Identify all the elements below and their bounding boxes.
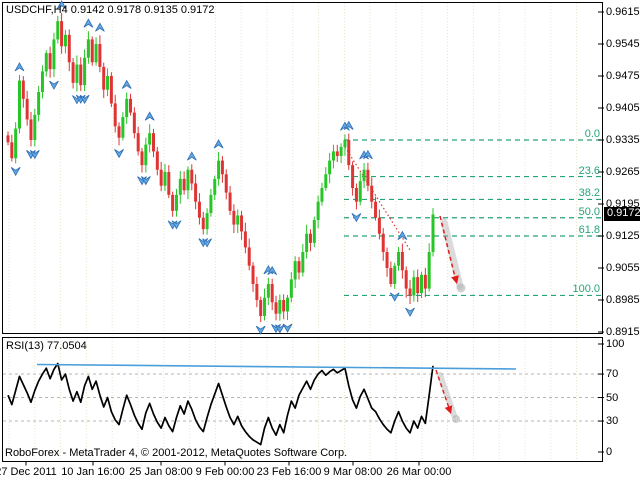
date-axis-label: 9 Mar 08:00 — [324, 466, 383, 478]
price-axis-label: 0.9055 — [606, 262, 640, 274]
date-axis-label: 26 Mar 00:00 — [387, 466, 452, 478]
chart-title-ohlc: USDCHF,H4 0.9142 0.9178 0.9135 0.9172 — [6, 4, 215, 16]
price-axis-label: 0.8985 — [606, 294, 640, 306]
price-axis-label: 0.9405 — [606, 102, 640, 114]
fib-level-label: 38.2 — [579, 187, 600, 199]
chart-canvas[interactable] — [0, 0, 640, 480]
current-price-tag: 0.9172 — [604, 207, 640, 221]
fib-level-label: 100.0 — [572, 283, 600, 295]
price-axis-label: 0.9475 — [606, 70, 640, 82]
fib-level-label: 0.0 — [585, 128, 600, 140]
date-axis-label: 9 Feb 00:00 — [196, 466, 255, 478]
rsi-axis-label: 70 — [606, 368, 618, 380]
rsi-indicator-label: RSI(13) 77.0504 — [6, 340, 87, 352]
rsi-axis-label: 30 — [606, 415, 618, 427]
fib-level-label: 23.6 — [579, 165, 600, 177]
date-axis-label: 23 Feb 16:00 — [257, 466, 322, 478]
price-axis-label: 0.9545 — [606, 38, 640, 50]
price-axis-label: 0.9125 — [606, 230, 640, 242]
copyright-text: RoboForex - MetaTrader 4, © 2001-2012, M… — [5, 447, 347, 459]
mt4-chart-window: USDCHF,H4 0.9142 0.9178 0.9135 0.9172 RS… — [0, 0, 640, 480]
date-axis-label: 27 Dec 2011 — [0, 466, 57, 478]
date-axis-label: 10 Jan 16:00 — [61, 466, 125, 478]
price-axis-label: 0.9335 — [606, 134, 640, 146]
price-axis-label: 0.9615 — [606, 6, 640, 18]
price-axis-label: 0.8915 — [606, 326, 640, 338]
rsi-axis-label: 0 — [606, 446, 612, 458]
rsi-axis-label: 50 — [606, 392, 618, 404]
date-axis-label: 25 Jan 08:00 — [129, 466, 193, 478]
price-axis-label: 0.9265 — [606, 166, 640, 178]
rsi-axis-label: 100 — [606, 338, 624, 350]
fib-level-label: 61.8 — [579, 224, 600, 236]
fib-level-label: 50.0 — [579, 206, 600, 218]
